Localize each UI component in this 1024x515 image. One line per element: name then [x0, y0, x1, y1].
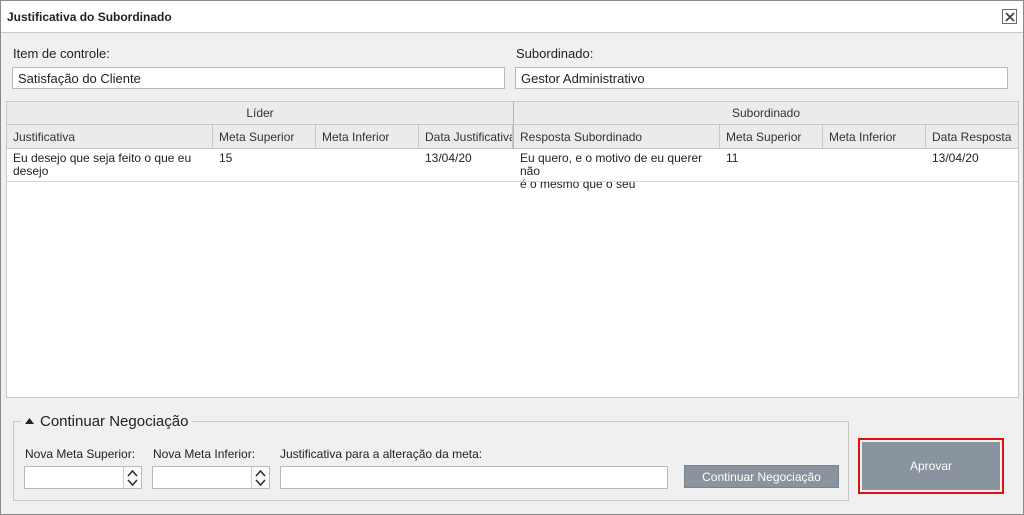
continue-negotiation-button[interactable]: Continuar Negociação [684, 465, 839, 488]
col-header-resp-meta-superior[interactable]: Meta Superior [720, 125, 823, 149]
cell-resposta-line1: Eu quero, e o motivo de eu querer não [520, 151, 703, 178]
stepper-buttons[interactable] [251, 467, 269, 488]
cell-justificativa-line2: desejo [13, 164, 49, 178]
group-header-lider: Líder [7, 102, 513, 125]
cell-meta-superior: 15 [219, 151, 233, 165]
subordinate-label: Subordinado: [516, 46, 594, 61]
stepper-buttons[interactable] [123, 467, 141, 488]
col-header-justificativa[interactable]: Justificativa [7, 125, 213, 149]
nova-meta-superior-stepper[interactable] [24, 466, 142, 489]
chevron-down-icon[interactable] [127, 479, 138, 486]
col-header-data-resposta[interactable]: Data Resposta [926, 125, 1018, 149]
window-title: Justificativa do Subordinado [7, 10, 172, 24]
nova-meta-inferior-stepper[interactable] [152, 466, 270, 489]
negotiation-group [13, 421, 849, 501]
col-header-resposta-subordinado[interactable]: Resposta Subordinado [514, 125, 720, 149]
approve-button[interactable]: Aprovar [862, 442, 1000, 490]
cell-data-resposta: 13/04/20 [932, 151, 979, 165]
title-bar: Justificativa do Subordinado [1, 1, 1023, 33]
cell-data-justificativa: 13/04/20 [425, 151, 472, 165]
subordinate-input[interactable] [515, 67, 1008, 89]
close-icon [1005, 12, 1015, 22]
col-header-meta-superior[interactable]: Meta Superior [213, 125, 316, 149]
item-input[interactable] [12, 67, 505, 89]
chevron-up-icon[interactable] [127, 470, 138, 477]
cell-resposta-line2: é o mesmo que o seu [520, 177, 636, 191]
nova-meta-superior-label: Nova Meta Superior: [25, 447, 136, 461]
triangle-up-icon [25, 417, 34, 424]
group-header-subordinado: Subordinado [514, 102, 1018, 125]
justificativa-input[interactable] [280, 466, 668, 489]
justificativa-label: Justificativa para a alteração da meta: [280, 447, 483, 461]
table-row[interactable]: Eu desejo que seja feito o que eu desejo [7, 152, 213, 178]
justification-grid: Líder Subordinado Justificativa Meta Sup… [6, 101, 1019, 398]
chevron-up-icon[interactable] [255, 470, 266, 477]
col-header-resp-meta-inferior[interactable]: Meta Inferior [823, 125, 926, 149]
chevron-down-icon[interactable] [255, 479, 266, 486]
row-separator [7, 181, 1018, 182]
cell-resposta: Eu quero, e o motivo de eu querer não é … [514, 152, 720, 191]
item-label: Item de controle: [13, 46, 110, 61]
dialog-window: Justificativa do Subordinado Item de con… [0, 0, 1024, 515]
nova-meta-inferior-label: Nova Meta Inferior: [153, 447, 256, 461]
close-button[interactable] [1002, 9, 1017, 24]
col-header-data-justificativa[interactable]: Data Justificativa [419, 125, 513, 149]
negotiation-toggle[interactable]: Continuar Negociação [21, 413, 193, 430]
negotiation-title: Continuar Negociação [40, 413, 189, 430]
col-header-meta-inferior[interactable]: Meta Inferior [316, 125, 419, 149]
cell-resp-meta-superior: 11 [726, 151, 739, 165]
